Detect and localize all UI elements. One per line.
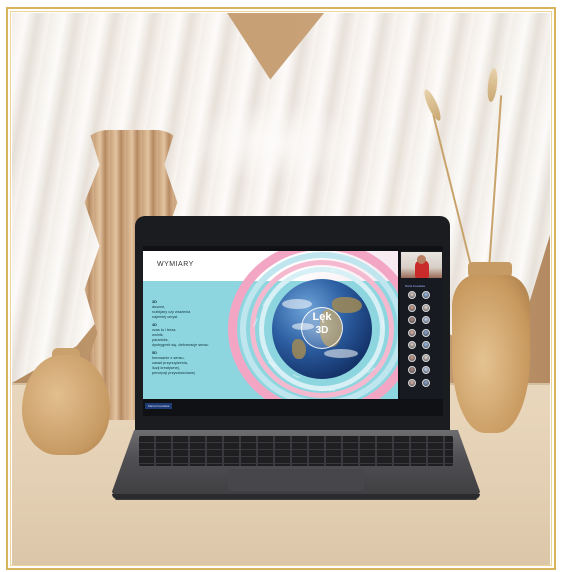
laptop-touchpad [228, 469, 364, 491]
participant-avatar-icon[interactable] [408, 291, 416, 299]
participant-avatar-icon[interactable] [408, 378, 416, 387]
participant-avatar-icon[interactable] [408, 328, 416, 337]
participant-avatar-icon[interactable] [422, 378, 430, 387]
slide-title: WYMIARY [157, 261, 194, 268]
presentation-slide: WYMIARY Lęk 3D Lęk Energia Relacje Zdrow… [143, 251, 398, 399]
laptop-front-edge [112, 494, 480, 499]
meeting-bottom-bar [143, 399, 443, 416]
section-line: najmniej umysł. [152, 315, 179, 319]
participant-avatar-icon[interactable] [422, 366, 430, 374]
participant-avatar-icon[interactable] [408, 353, 416, 362]
participant-avatar-icon[interactable] [422, 291, 430, 299]
laptop-screen: WYMIARY Lęk 3D Lęk Energia Relacje Zdrow… [143, 246, 443, 416]
participant-avatar-icon[interactable] [408, 341, 416, 349]
ring-label: Cele tu i teraz [319, 389, 336, 392]
section-line: percepcji przyszłościowej [152, 371, 195, 375]
participant-avatar-icon[interactable] [422, 353, 430, 362]
participant-avatar-icon[interactable] [422, 328, 430, 337]
section-line: dystrygnek się, deformacje sensu [152, 343, 209, 347]
center-label-main: Lęk [312, 311, 332, 323]
participant-avatar-icon[interactable] [422, 341, 430, 349]
participant-avatar-icon[interactable] [408, 316, 416, 324]
right-vase [452, 275, 530, 433]
participant-avatar-icon[interactable] [408, 366, 416, 374]
ring-label: Lęk [331, 269, 336, 272]
speaker-name-chip: Marta Kowalska [145, 403, 173, 409]
participant-avatar-icon[interactable] [422, 316, 430, 324]
participant-avatar-icon[interactable] [422, 303, 430, 312]
left-vase [22, 355, 110, 455]
participant-avatar-icon[interactable] [408, 303, 416, 312]
laptop-keyboard [139, 436, 453, 466]
camera-feed-icon[interactable] [401, 252, 442, 278]
photo-scene: WYMIARY Lęk 3D Lęk Energia Relacje Zdrow… [0, 0, 561, 572]
slide-body-text: 3D duszne, rozbijany czy wrażenia najmni… [152, 297, 232, 376]
panel-title: Marta Kowalska [405, 284, 425, 288]
center-label-sub: 3D [315, 325, 329, 336]
